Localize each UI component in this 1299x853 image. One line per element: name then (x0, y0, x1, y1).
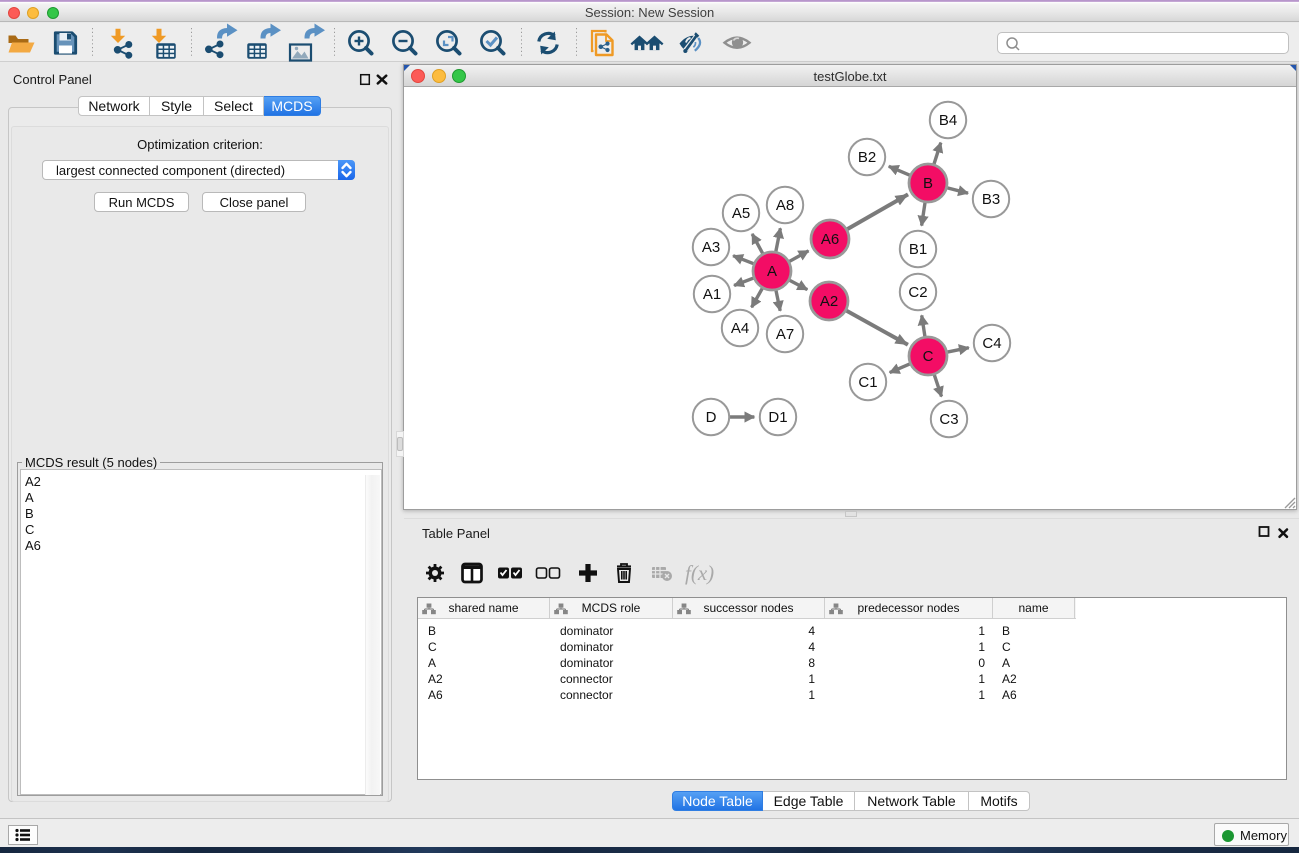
svg-text:A7: A7 (776, 326, 794, 343)
svg-text:A: A (767, 263, 777, 280)
svg-text:B2: B2 (858, 149, 876, 166)
svg-text:C4: C4 (982, 335, 1001, 352)
svg-text:C1: C1 (858, 374, 877, 391)
svg-text:D: D (706, 409, 717, 426)
svg-text:A3: A3 (702, 239, 720, 256)
svg-text:B3: B3 (982, 191, 1000, 208)
svg-text:A5: A5 (732, 205, 750, 222)
svg-text:C: C (923, 348, 934, 365)
svg-text:B4: B4 (939, 112, 957, 129)
svg-text:A8: A8 (776, 197, 794, 214)
svg-text:f(x): f(x) (685, 561, 714, 585)
svg-text:A1: A1 (703, 286, 721, 303)
svg-text:C2: C2 (908, 284, 927, 301)
svg-text:B1: B1 (909, 241, 927, 258)
svg-text:A2: A2 (820, 293, 838, 310)
svg-text:A6: A6 (821, 231, 839, 248)
svg-text:C3: C3 (939, 411, 958, 428)
svg-text:D1: D1 (768, 409, 787, 426)
svg-text:A4: A4 (731, 320, 749, 337)
svg-text:B: B (923, 175, 933, 192)
